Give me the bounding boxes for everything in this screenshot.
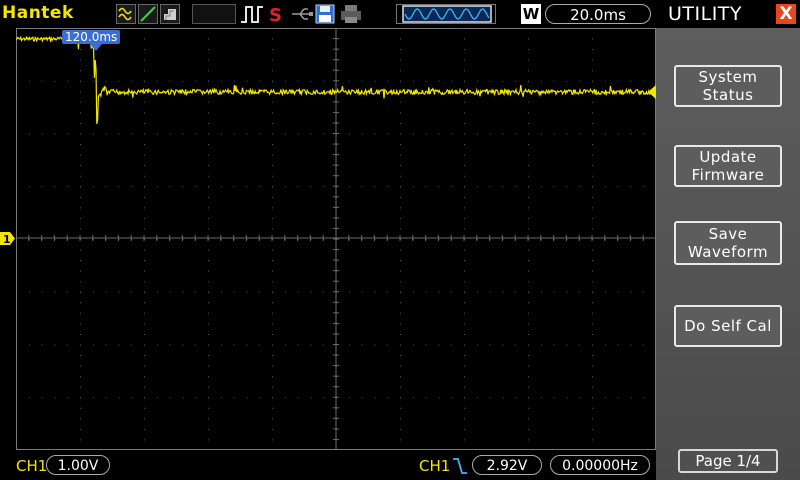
frequency-display: 0.00000Hz — [550, 455, 650, 475]
window-zoom-badge[interactable]: W — [521, 4, 541, 24]
trigger-position-label: 120.0ms — [62, 30, 121, 44]
button-label-line1: System — [698, 68, 758, 86]
trigger-position-arrow-icon — [90, 44, 102, 51]
button-label-line2: Status — [702, 86, 754, 104]
status-indicator-box — [192, 4, 236, 24]
self-calibration-button[interactable]: Do Self Cal — [674, 305, 782, 347]
update-firmware-button[interactable]: Update Firmware — [674, 145, 782, 187]
brand-logo: Hantek — [2, 3, 74, 23]
svg-text:S: S — [269, 5, 282, 24]
ch1-ground-marker-icon[interactable]: 1 — [0, 232, 16, 245]
trace-edge-arrow-icon — [648, 85, 656, 99]
graticule — [16, 28, 656, 450]
button-label-line2: Waveform — [687, 243, 769, 261]
button-label-line2: Firmware — [691, 166, 765, 184]
system-status-button[interactable]: System Status — [674, 65, 782, 107]
bottom-status-bar: CH1 1.00V CH1 2.92V 0.00000Hz — [0, 450, 656, 480]
utility-menu-panel: UTILITY X System Status Update Firmware … — [656, 0, 800, 480]
trigger-source-label: CH1 — [419, 457, 451, 475]
waveform-display[interactable] — [16, 28, 656, 450]
stop-s-icon[interactable]: S — [266, 4, 286, 26]
menu-title-bar: UTILITY X — [656, 0, 800, 28]
save-waveform-button[interactable]: Save Waveform — [674, 221, 782, 265]
button-label-line1: Do Self Cal — [684, 317, 772, 335]
ch1-scale-display[interactable]: 1.00V — [46, 455, 110, 475]
trigger-level-display[interactable]: 2.92V — [472, 455, 542, 475]
trigger-mode-icon[interactable] — [240, 4, 264, 24]
button-label-line1: Save — [708, 225, 748, 243]
persistence-icon[interactable] — [160, 4, 180, 24]
top-status-bar: Hantek S W 20.0ms — [0, 0, 656, 28]
button-label-line1: Update — [699, 148, 757, 166]
timebase-display[interactable]: 20.0ms — [545, 4, 651, 24]
vector-display-icon[interactable] — [138, 4, 158, 24]
save-disk-icon[interactable] — [314, 4, 336, 24]
close-menu-button[interactable]: X — [776, 4, 796, 24]
ch1-label: CH1 — [16, 457, 48, 475]
page-selector-button[interactable]: Page 1/4 — [678, 449, 778, 473]
printer-icon[interactable] — [340, 4, 362, 24]
menu-title: UTILITY — [668, 3, 743, 25]
svg-text:1: 1 — [3, 233, 11, 245]
usb-icon — [290, 4, 314, 24]
memory-window-indicator — [396, 4, 496, 24]
falling-edge-icon — [453, 458, 467, 474]
acquire-mode-icon[interactable] — [116, 4, 136, 24]
